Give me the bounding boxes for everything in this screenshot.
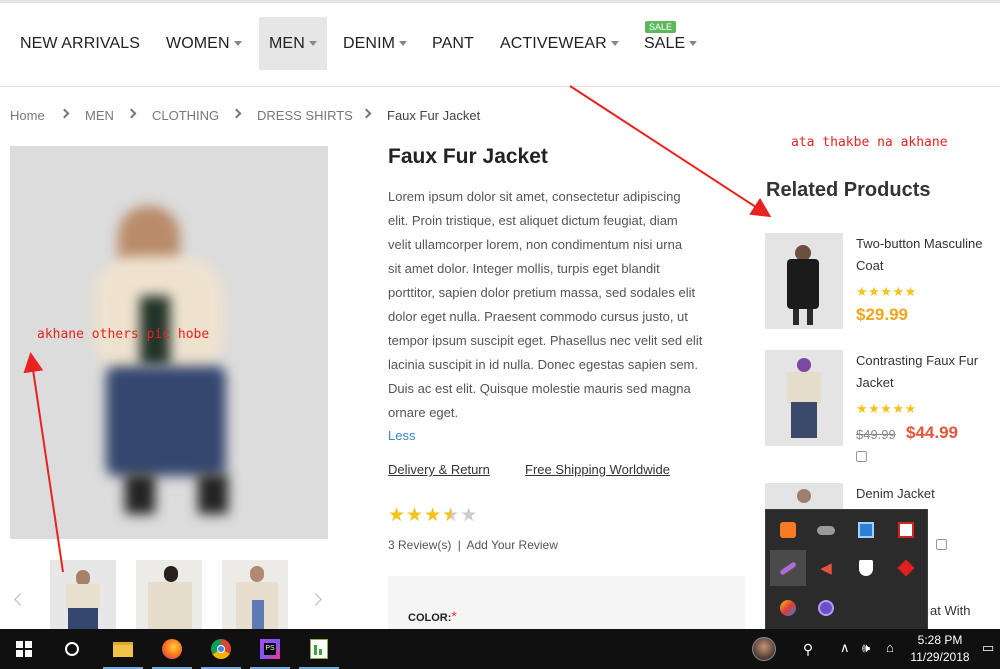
windows-taskbar: PS ⚲ xyxy=(0,629,1000,669)
people-icon[interactable]: ⚲ xyxy=(788,629,828,669)
onedrive-icon[interactable] xyxy=(808,512,844,548)
chrome-icon[interactable] xyxy=(197,629,245,669)
colorful-app-icon[interactable] xyxy=(770,590,806,626)
phpstorm-icon[interactable]: PS xyxy=(246,629,294,669)
xampp-icon[interactable] xyxy=(770,512,806,548)
related-product-name[interactable]: Two-button Masculine Coat xyxy=(856,233,1000,277)
chart-app-icon[interactable] xyxy=(295,629,343,669)
system-tray-overflow: ◀ xyxy=(765,509,928,631)
chevron-up-icon[interactable]: ∧ xyxy=(840,640,850,656)
taskbar-clock[interactable]: 5:28 PM 11/29/2018 xyxy=(905,632,975,666)
annotation-arrow xyxy=(23,352,64,573)
feather-app-icon[interactable] xyxy=(770,550,806,586)
speaker-icon[interactable]: ◀ xyxy=(808,550,844,586)
user-avatar[interactable] xyxy=(740,629,788,669)
network-app-icon[interactable] xyxy=(848,512,884,548)
related-product-image[interactable] xyxy=(765,483,843,509)
clock-date: 11/29/2018 xyxy=(910,650,970,664)
related-product-price: $44.99 xyxy=(906,423,958,442)
start-windows-icon[interactable] xyxy=(0,629,48,669)
torrent-icon[interactable] xyxy=(808,590,844,626)
related-product-old-price: $49.99 xyxy=(856,427,896,442)
adobe-icon[interactable] xyxy=(888,512,924,548)
annotation-arrow xyxy=(569,85,772,218)
related-product-image[interactable] xyxy=(765,233,843,329)
cortana-search-icon[interactable] xyxy=(48,629,96,669)
related-products-title: Related Products xyxy=(766,179,931,201)
compare-checkbox[interactable] xyxy=(936,539,947,550)
compare-checkbox[interactable] xyxy=(856,451,867,462)
file-explorer-icon[interactable] xyxy=(99,629,147,669)
related-product-price: $29.99 xyxy=(856,305,908,324)
firefox-icon[interactable] xyxy=(148,629,196,669)
clock-time: 5:28 PM xyxy=(917,633,963,647)
security-shield-icon[interactable] xyxy=(848,550,884,586)
related-product-name[interactable]: at With xyxy=(930,600,1000,622)
volume-icon[interactable]: 🕪 xyxy=(862,640,870,656)
red-app-icon[interactable] xyxy=(888,550,924,586)
related-product-name[interactable]: Contrasting Faux Fur Jacket xyxy=(856,350,1000,394)
notification-icon[interactable]: ▭ xyxy=(982,640,994,656)
related-product-image[interactable] xyxy=(765,350,843,446)
related-product-rating: ★★★★★ xyxy=(856,284,917,299)
related-product-rating: ★★★★★ xyxy=(856,401,917,416)
related-product-name[interactable]: Denim Jacket xyxy=(856,483,1000,505)
network-icon[interactable]: ⌂ xyxy=(886,640,894,655)
